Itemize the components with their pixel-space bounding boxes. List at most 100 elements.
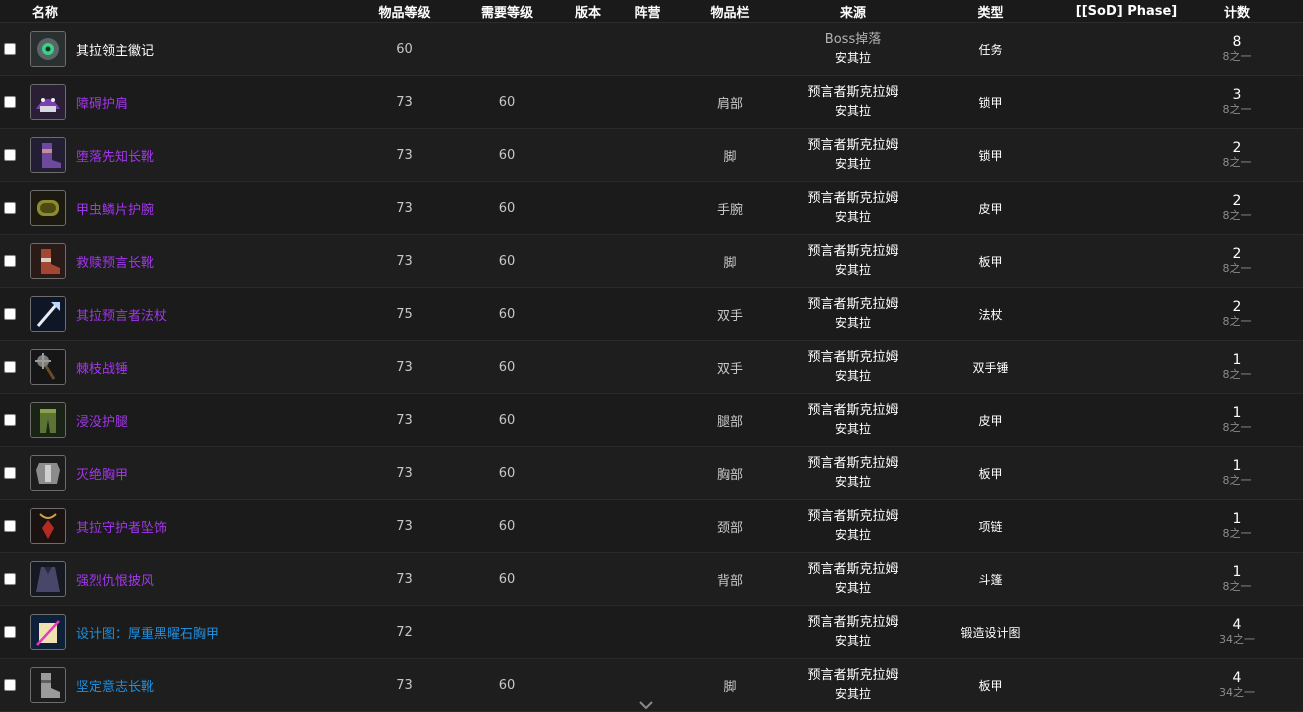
header-count[interactable]: 计数 xyxy=(1194,0,1281,23)
insignia-icon[interactable] xyxy=(30,31,66,67)
drop-count: 3 xyxy=(1232,86,1242,103)
staff-icon[interactable] xyxy=(30,296,66,332)
item-type-link[interactable]: 皮甲 xyxy=(979,414,1003,428)
source-zone-link[interactable]: 安其拉 xyxy=(784,367,922,386)
source-npc[interactable]: 预言者斯克拉姆 xyxy=(784,83,922,102)
source-npc[interactable]: 预言者斯克拉姆 xyxy=(784,507,922,526)
source-npc[interactable]: 预言者斯克拉姆 xyxy=(784,242,922,261)
item-type-link[interactable]: 项链 xyxy=(979,520,1003,534)
item-name-link[interactable]: 甲虫鳞片护腕 xyxy=(76,199,154,218)
name-cell: 救赎预言长靴 xyxy=(22,234,353,288)
source-npc[interactable]: 预言者斯克拉姆 xyxy=(784,613,922,632)
row-checkbox[interactable] xyxy=(4,308,16,320)
drop-count: 4 xyxy=(1232,669,1242,686)
item-level-cell: 75 xyxy=(352,287,458,341)
source-npc[interactable]: 预言者斯克拉姆 xyxy=(784,189,922,208)
armored-boots-icon[interactable] xyxy=(30,667,66,703)
item-type-link[interactable]: 法杖 xyxy=(979,308,1003,322)
item-name-link[interactable]: 棘枝战锤 xyxy=(76,358,128,377)
item-level-cell: 73 xyxy=(352,128,458,182)
item-type-link[interactable]: 板甲 xyxy=(979,255,1003,269)
item-name-link[interactable]: 障碍护肩 xyxy=(76,93,128,112)
source-zone-link[interactable]: 安其拉 xyxy=(784,49,922,68)
header-source[interactable]: 来源 xyxy=(784,0,923,23)
item-name-link[interactable]: 浸没护腿 xyxy=(76,411,128,430)
item-type-link[interactable]: 锻造设计图 xyxy=(961,626,1021,640)
source-zone-link[interactable]: 安其拉 xyxy=(784,102,922,121)
pendant-icon[interactable] xyxy=(30,508,66,544)
source-npc[interactable]: 预言者斯克拉姆 xyxy=(784,295,922,314)
item-type-link[interactable]: 任务 xyxy=(979,43,1003,57)
header-slot[interactable]: 物品栏 xyxy=(676,0,785,23)
header-sod-phase[interactable]: [[SoD] Phase] xyxy=(1059,0,1195,23)
row-checkbox[interactable] xyxy=(4,149,16,161)
row-checkbox[interactable] xyxy=(4,361,16,373)
item-name-link[interactable]: 灭绝胸甲 xyxy=(76,464,128,483)
item-name-link[interactable]: 其拉预言者法杖 xyxy=(76,305,167,324)
source-cell: 预言者斯克拉姆 安其拉 xyxy=(784,552,923,606)
row-select-cell xyxy=(0,552,22,606)
item-type-link[interactable]: 双手锤 xyxy=(973,361,1009,375)
source-zone-link[interactable]: 安其拉 xyxy=(784,314,922,333)
row-checkbox[interactable] xyxy=(4,679,16,691)
source-zone-link[interactable]: 安其拉 xyxy=(784,420,922,439)
row-checkbox[interactable] xyxy=(4,573,16,585)
header-percent[interactable]: % xyxy=(1280,0,1303,23)
chest-armor-icon[interactable] xyxy=(30,455,66,491)
source-zone-link[interactable]: 安其拉 xyxy=(784,261,922,280)
source-zone-link[interactable]: 安其拉 xyxy=(784,473,922,492)
row-checkbox[interactable] xyxy=(4,520,16,532)
source-npc[interactable]: 预言者斯克拉姆 xyxy=(784,454,922,473)
source-npc[interactable]: 预言者斯克拉姆 xyxy=(784,136,922,155)
plate-boots-icon[interactable] xyxy=(30,243,66,279)
row-checkbox[interactable] xyxy=(4,414,16,426)
source-zone-link[interactable]: 安其拉 xyxy=(784,579,922,598)
header-name[interactable]: 名称 xyxy=(0,0,353,23)
header-required-level[interactable]: 需要等级 xyxy=(457,0,558,23)
row-checkbox[interactable] xyxy=(4,467,16,479)
mace-icon[interactable] xyxy=(30,349,66,385)
item-name-link[interactable]: 其拉守护者坠饰 xyxy=(76,517,167,536)
item-type-link[interactable]: 斗篷 xyxy=(979,573,1003,587)
count-cell: 2 8之一 xyxy=(1194,181,1281,235)
source-npc[interactable]: 预言者斯克拉姆 xyxy=(784,666,922,685)
leggings-icon[interactable] xyxy=(30,402,66,438)
source-zone-link[interactable]: 安其拉 xyxy=(784,526,922,545)
cloak-icon[interactable] xyxy=(30,561,66,597)
item-type-link[interactable]: 锁甲 xyxy=(979,149,1003,163)
item-name-wrap: 强烈仇恨披风 xyxy=(22,561,352,597)
header-item-level[interactable]: 物品等级 xyxy=(352,0,458,23)
bracer-icon[interactable] xyxy=(30,190,66,226)
item-name-link[interactable]: 其拉领主徽记 xyxy=(76,40,154,59)
item-name-link[interactable]: 堕落先知长靴 xyxy=(76,146,154,165)
header-type[interactable]: 类型 xyxy=(922,0,1060,23)
source-zone-link[interactable]: 安其拉 xyxy=(784,632,922,651)
boots-icon[interactable] xyxy=(30,137,66,173)
row-checkbox[interactable] xyxy=(4,96,16,108)
header-faction[interactable]: 阵营 xyxy=(619,0,677,23)
item-type-link[interactable]: 皮甲 xyxy=(979,202,1003,216)
item-name-link[interactable]: 设计图：厚重黑曜石胸甲 xyxy=(76,623,219,642)
slot-cell: 肩部 xyxy=(676,75,785,129)
header-version[interactable]: 版本 xyxy=(557,0,620,23)
scroll-icon[interactable] xyxy=(30,614,66,650)
item-name-link[interactable]: 坚定意志长靴 xyxy=(76,676,154,695)
shoulder-armor-icon[interactable] xyxy=(30,84,66,120)
row-checkbox[interactable] xyxy=(4,202,16,214)
source-zone-link[interactable]: 安其拉 xyxy=(784,208,922,227)
source-zone-link[interactable]: 安其拉 xyxy=(784,155,922,174)
item-type-link[interactable]: 锁甲 xyxy=(979,96,1003,110)
row-checkbox[interactable] xyxy=(4,255,16,267)
item-name-link[interactable]: 强烈仇恨披风 xyxy=(76,570,154,589)
row-checkbox[interactable] xyxy=(4,43,16,55)
source-npc[interactable]: 预言者斯克拉姆 xyxy=(784,401,922,420)
source-npc[interactable]: 预言者斯克拉姆 xyxy=(784,560,922,579)
item-type-link[interactable]: 板甲 xyxy=(979,467,1003,481)
row-checkbox[interactable] xyxy=(4,626,16,638)
source-npc[interactable]: 预言者斯克拉姆 xyxy=(784,348,922,367)
source-zone-link[interactable]: 安其拉 xyxy=(784,685,922,704)
count-cell: 1 8之一 xyxy=(1194,552,1281,606)
item-type-link[interactable]: 板甲 xyxy=(979,679,1003,693)
item-name-link[interactable]: 救赎预言长靴 xyxy=(76,252,154,271)
chevron-down-icon[interactable] xyxy=(638,700,654,710)
